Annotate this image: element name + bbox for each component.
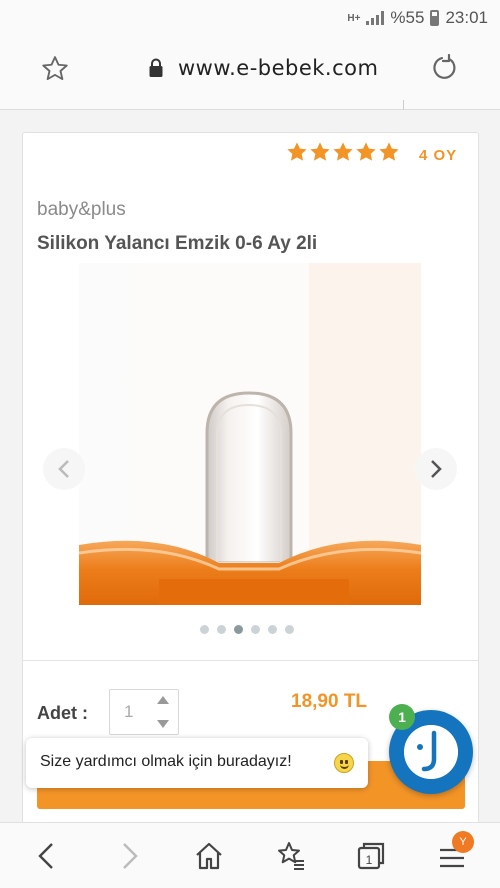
chevron-right-icon: [431, 460, 442, 478]
clock: 23:01: [445, 8, 488, 27]
browser-url-bar: www.e-bebek.com: [0, 36, 500, 100]
status-icons: H+ %55 23:01: [347, 8, 488, 28]
carousel-next-button[interactable]: [415, 448, 457, 490]
rating-star-icon: [310, 142, 330, 161]
signal-icon: [366, 11, 385, 25]
url-text[interactable]: www.e-bebek.com: [178, 56, 378, 80]
menu-badge: Y: [452, 831, 474, 853]
lock-icon: [149, 58, 163, 77]
page-top-strip: [0, 100, 500, 110]
back-icon[interactable]: [30, 839, 64, 873]
battery-icon: [430, 10, 440, 26]
carousel-dot[interactable]: [285, 625, 294, 634]
carousel-dots: [200, 625, 294, 634]
battery-percent: %55: [390, 8, 425, 27]
vote-count[interactable]: 4 OY: [419, 147, 457, 164]
chevron-left-icon: [58, 460, 69, 478]
carousel-dot[interactable]: [268, 625, 277, 634]
status-bar: H+ %55 23:01: [0, 0, 500, 36]
tabs-icon[interactable]: 1: [354, 839, 388, 873]
product-price: 18,90 TL: [291, 691, 368, 712]
bookmarks-icon[interactable]: [274, 839, 308, 873]
smile-emoji-icon: [334, 753, 354, 773]
carousel-prev-button[interactable]: [43, 448, 85, 490]
chat-notification-badge: 1: [389, 704, 415, 730]
brand-name[interactable]: baby&plus: [37, 199, 126, 221]
chat-face-icon: [404, 725, 458, 779]
quantity-label: Adet :: [37, 703, 88, 723]
reload-icon[interactable]: [428, 52, 460, 84]
rating-star-icon: [287, 142, 307, 161]
chat-greeting-text: Size yardımcı olmak için buradayız!: [40, 753, 292, 770]
product-title: Silikon Yalancı Emzik 0-6 Ay 2li: [37, 233, 318, 254]
quantity-value[interactable]: 1: [124, 702, 133, 722]
rating-star-icon: [356, 142, 376, 161]
carousel-dot[interactable]: [234, 625, 243, 634]
forward-icon[interactable]: [112, 839, 146, 873]
stepper-arrows-icon[interactable]: [156, 694, 170, 730]
home-icon[interactable]: [192, 839, 226, 873]
rating-star-icon: [333, 142, 353, 161]
bookmark-star-icon[interactable]: [40, 54, 70, 84]
carousel-dot[interactable]: [251, 625, 260, 634]
rating-stars: [286, 141, 400, 163]
quantity-stepper[interactable]: 1: [109, 689, 179, 735]
rating-star-icon: [379, 142, 399, 161]
network-type: H+: [347, 12, 361, 24]
product-image[interactable]: [79, 263, 421, 605]
tab-count: 1: [366, 853, 373, 867]
divider: [23, 660, 478, 661]
carousel-dot[interactable]: [200, 625, 209, 634]
chat-greeting-bubble[interactable]: Size yardımcı olmak için buradayız!: [26, 738, 368, 788]
carousel-dot[interactable]: [217, 625, 226, 634]
browser-bottom-bar: 1 Y: [0, 822, 500, 888]
